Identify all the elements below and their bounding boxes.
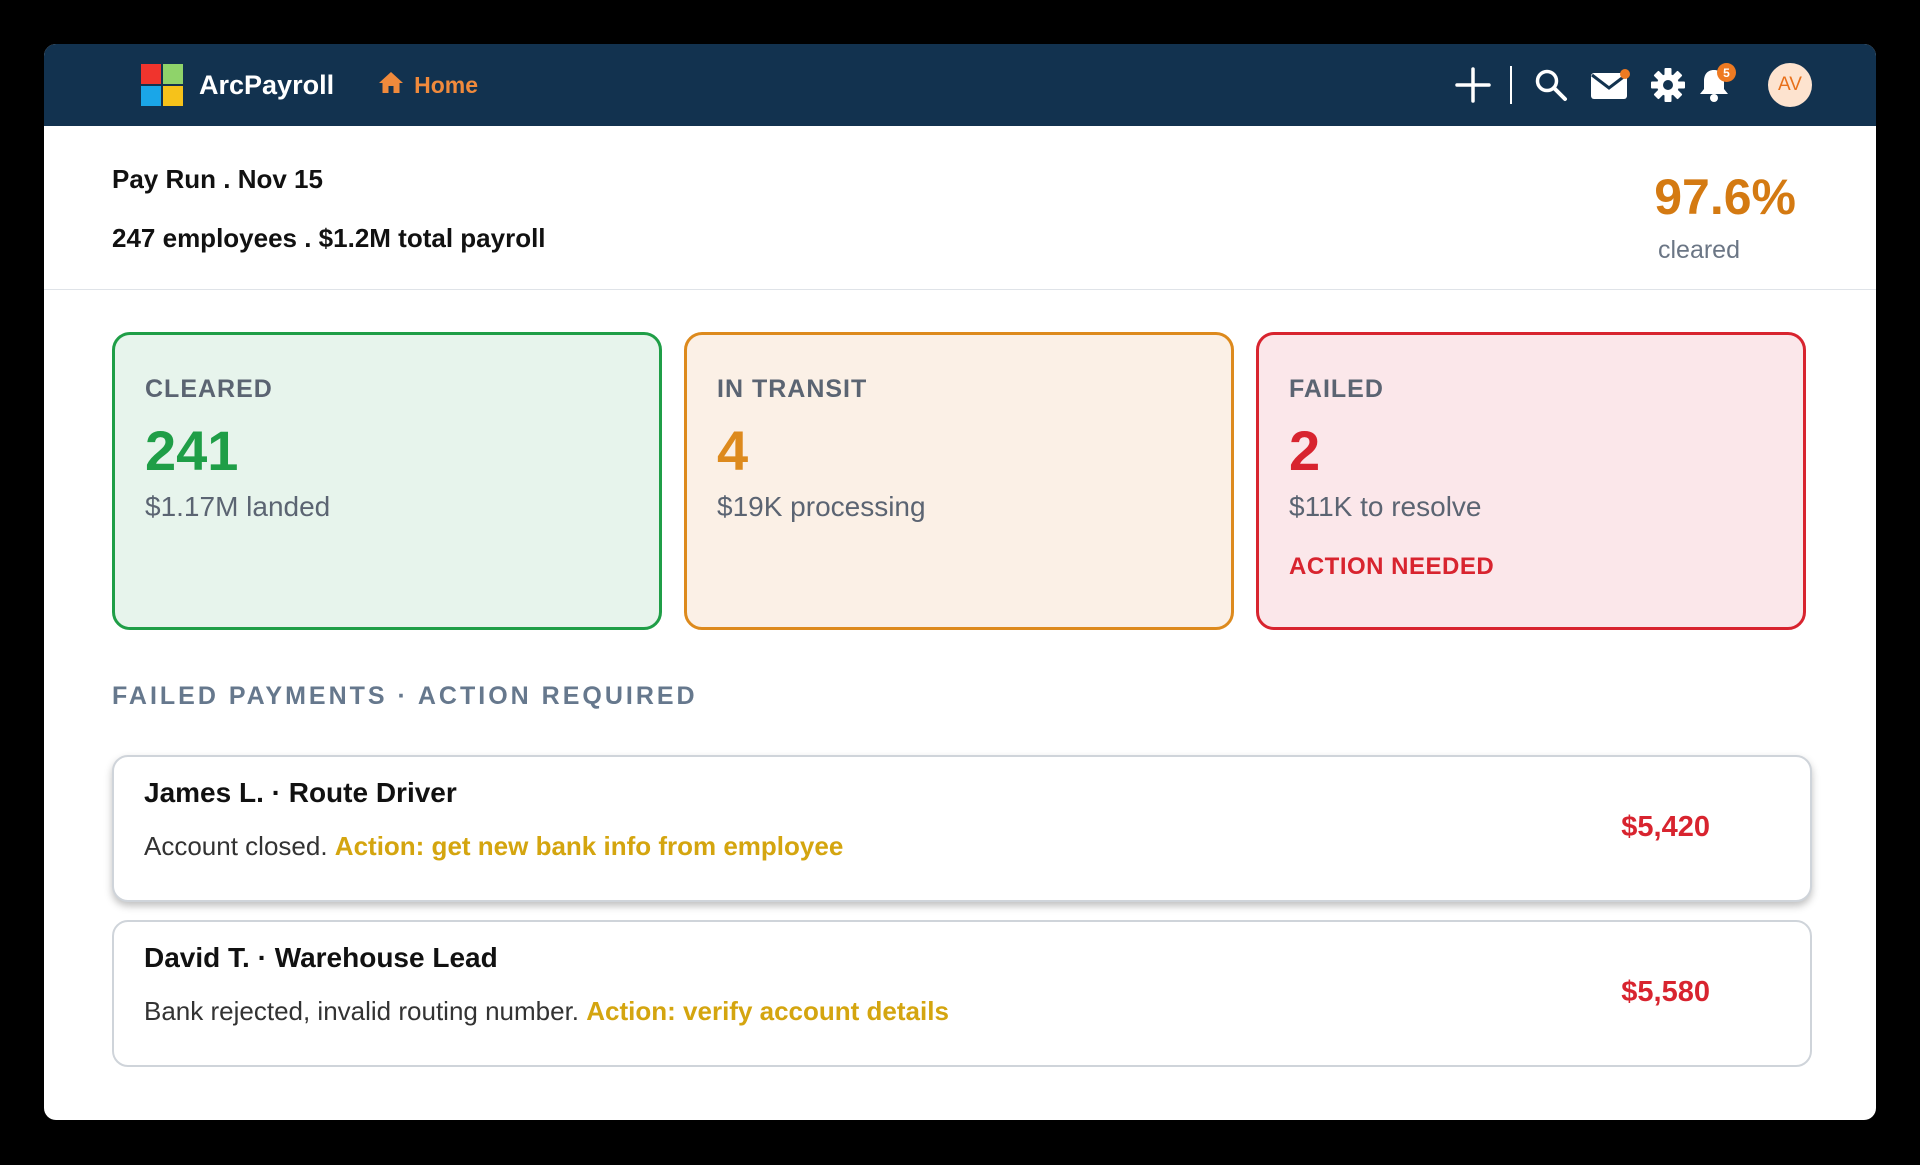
payment-amount: $5,580 [1621,976,1710,1008]
card-value: 2 [1289,419,1321,482]
section-title: FAILED PAYMENTS · ACTION REQUIRED [112,682,698,710]
card-sub: $19K processing [717,491,926,522]
card-label: CLEARED [145,375,273,403]
failure-action[interactable]: Action: verify account details [586,996,949,1026]
card-label: FAILED [1289,375,1384,403]
pay-run-header: Pay Run . Nov 15 247 employees . $1.2M t… [44,126,1876,290]
bell-icon[interactable]: 5 [1698,63,1736,103]
list-item[interactable]: James L. · Route Driver Account closed. … [112,755,1812,902]
card-cleared[interactable]: CLEARED 241 $1.17M landed [112,332,662,630]
cleared-percent: 97.6% [1654,169,1796,225]
card-value: 4 [717,419,749,482]
card-in-transit[interactable]: IN TRANSIT 4 $19K processing [684,332,1234,630]
cleared-percent-label: cleared [1658,236,1740,264]
brand[interactable]: ArcPayroll [141,64,334,106]
payment-amount: $5,420 [1621,811,1710,843]
failure-description: Account closed. Action: get new bank inf… [144,831,1780,862]
page-subtitle: 247 employees . $1.2M total payroll [112,223,546,253]
employee-name: James L. · Route Driver [144,777,457,808]
failure-action[interactable]: Action: get new bank info from employee [335,831,844,861]
failed-payments-list: James L. · Route Driver Account closed. … [112,755,1812,1085]
status-cards: CLEARED 241 $1.17M landed IN TRANSIT 4 $… [112,332,1806,630]
home-icon [378,70,404,100]
gear-icon[interactable] [1650,67,1686,103]
notification-badge: 5 [1717,63,1736,82]
card-sub: $1.17M landed [145,491,331,522]
employee-name: David T. · Warehouse Lead [144,942,498,973]
app-window: ArcPayroll Home 5 AV Pay Run . Nov 15 24… [44,44,1876,1120]
card-value: 241 [145,419,239,482]
app-name: ArcPayroll [199,69,335,100]
search-icon[interactable] [1534,68,1568,102]
failure-reason: Account closed. [144,831,328,861]
failure-reason: Bank rejected, invalid routing number. [144,996,580,1026]
action-needed-link[interactable]: ACTION NEEDED [1289,553,1773,581]
avatar[interactable]: AV [1768,63,1812,107]
app-logo-icon [141,64,183,106]
plus-icon[interactable] [1454,66,1492,104]
mail-icon[interactable] [1590,69,1630,101]
toolbar-divider [1510,66,1512,104]
nav-home-link[interactable]: Home [378,70,478,100]
failure-description: Bank rejected, invalid routing number. A… [144,996,1780,1027]
card-label: IN TRANSIT [717,375,868,403]
top-nav-bar: ArcPayroll Home 5 AV [44,44,1876,126]
card-sub: $11K to resolve [1289,491,1482,522]
page-title: Pay Run . Nov 15 [112,164,323,194]
card-failed[interactable]: FAILED 2 $11K to resolve ACTION NEEDED [1256,332,1806,630]
nav-home-label: Home [414,71,478,98]
list-item[interactable]: David T. · Warehouse Lead Bank rejected,… [112,920,1812,1067]
